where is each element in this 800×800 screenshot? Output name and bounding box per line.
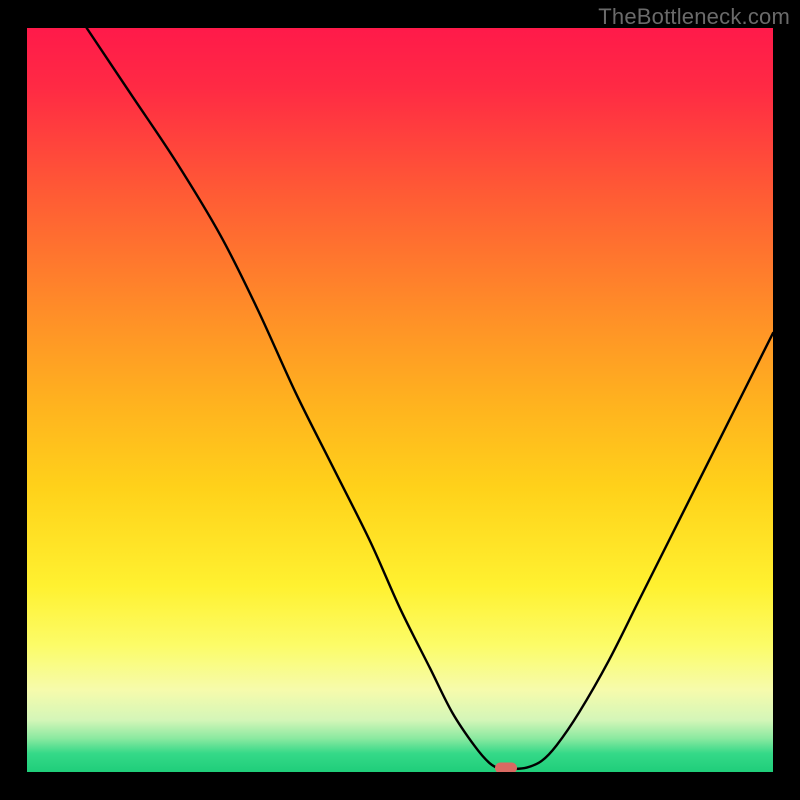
watermark-label: TheBottleneck.com [598,4,790,30]
optimal-marker [495,762,517,772]
chart-frame: TheBottleneck.com [0,0,800,800]
plot-area [27,28,773,772]
gradient-background [27,28,773,772]
bottleneck-curve [27,28,773,772]
